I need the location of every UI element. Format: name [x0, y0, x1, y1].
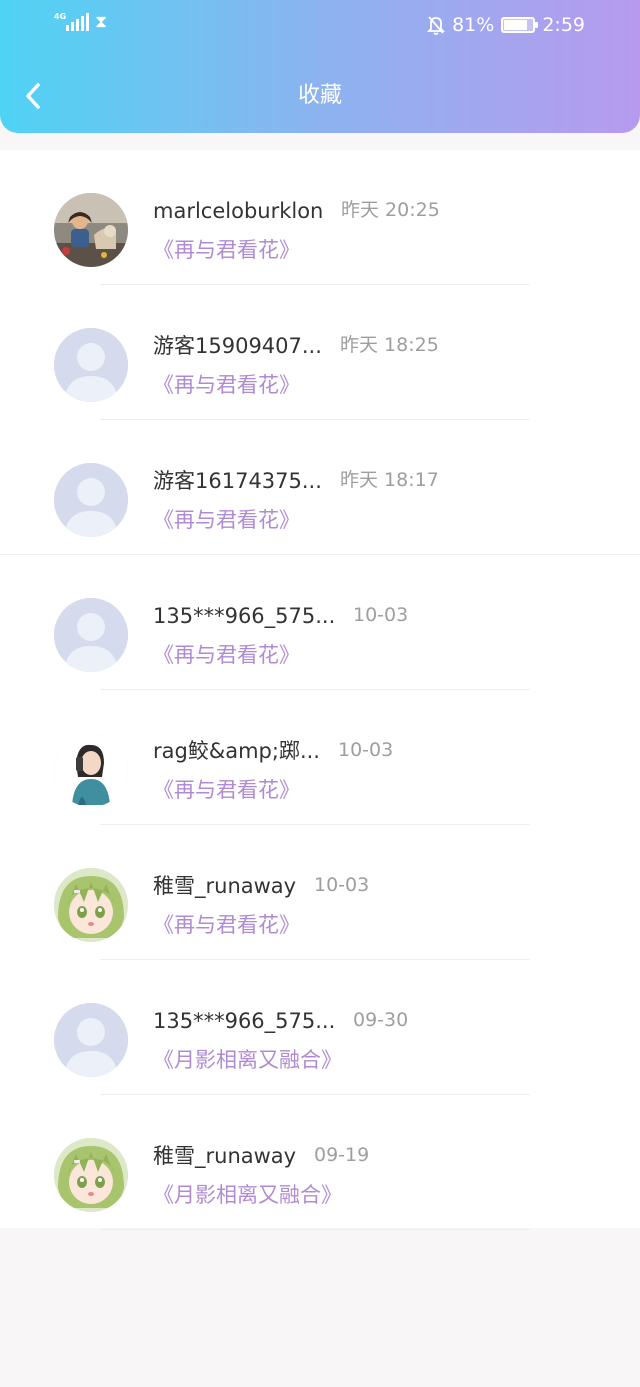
favorite-time: 09-19 [314, 1144, 370, 1166]
favorite-time: 10-03 [314, 874, 370, 896]
user-avatar[interactable] [54, 598, 128, 672]
favorite-time: 10-03 [338, 739, 394, 761]
user-name: 游客15909407... [153, 334, 322, 358]
user-name: 135***966_575... [153, 604, 336, 628]
user-avatar[interactable] [54, 1138, 128, 1212]
favorite-time: 昨天 20:25 [341, 199, 440, 221]
favorite-time: 昨天 18:17 [340, 469, 439, 491]
mute-bell-icon [427, 16, 446, 35]
favorite-item[interactable]: 135***966_575... 10-03 《再与君看花》 [0, 555, 640, 690]
book-title-link[interactable]: 《再与君看花》 [153, 370, 300, 400]
signal-icon [66, 13, 90, 31]
favorite-item[interactable]: marlceloburklon 昨天 20:25 《再与君看花》 [0, 150, 640, 285]
user-name: 稚雪_runaway [153, 1144, 297, 1168]
user-name: 稚雪_runaway [153, 874, 297, 898]
user-avatar[interactable] [54, 193, 128, 267]
status-right: 81% 2:59 [427, 12, 585, 38]
user-name: rag鲛&amp;踯... [153, 739, 320, 763]
favorite-time: 10-03 [353, 604, 409, 626]
book-title-link[interactable]: 《月影相离又融合》 [153, 1045, 342, 1075]
header: 4G ⧗ 81% 2:59 收藏 [0, 0, 640, 133]
favorite-time: 09-30 [353, 1009, 409, 1031]
clock: 2:59 [542, 14, 585, 36]
favorite-item[interactable]: rag鲛&amp;踯... 10-03 《再与君看花》 [0, 690, 640, 825]
user-avatar[interactable] [54, 733, 128, 807]
page-title: 收藏 [297, 83, 342, 108]
user-name: marlceloburklon [153, 199, 324, 223]
user-name: 游客16174375... [153, 469, 322, 493]
network-type: 4G [54, 12, 67, 21]
favorite-item[interactable]: 135***966_575... 09-30 《月影相离又融合》 [0, 960, 640, 1095]
book-title-link[interactable]: 《月影相离又融合》 [153, 1180, 342, 1210]
book-title-link[interactable]: 《再与君看花》 [153, 775, 300, 805]
status-bar: 4G ⧗ 81% 2:59 [0, 0, 640, 52]
user-name: 135***966_575... [153, 1009, 336, 1033]
user-avatar[interactable] [54, 463, 128, 537]
battery-icon [501, 17, 539, 33]
user-avatar[interactable] [54, 1003, 128, 1077]
favorite-item[interactable]: 稚雪_runaway 09-19 《月影相离又融合》 [0, 1095, 640, 1230]
user-avatar[interactable] [54, 328, 128, 402]
battery-percent: 81% [452, 14, 495, 36]
book-title-link[interactable]: 《再与君看花》 [153, 235, 300, 265]
book-title-link[interactable]: 《再与君看花》 [153, 640, 300, 670]
book-title-link[interactable]: 《再与君看花》 [153, 505, 300, 535]
hourglass-icon: ⧗ [95, 12, 108, 32]
favorite-time: 昨天 18:25 [340, 334, 439, 356]
favorite-item[interactable]: 稚雪_runaway 10-03 《再与君看花》 [0, 825, 640, 960]
favorite-item[interactable]: 游客15909407... 昨天 18:25 《再与君看花》 [0, 285, 640, 420]
user-avatar[interactable] [54, 868, 128, 942]
divider [100, 1229, 530, 1230]
status-left: 4G ⧗ [54, 13, 107, 31]
book-title-link[interactable]: 《再与君看花》 [153, 910, 300, 940]
favorites-list: marlceloburklon 昨天 20:25 《再与君看花》 游客15909407… [0, 150, 640, 1230]
favorite-item[interactable]: 游客16174375... 昨天 18:17 《再与君看花》 [0, 420, 640, 555]
